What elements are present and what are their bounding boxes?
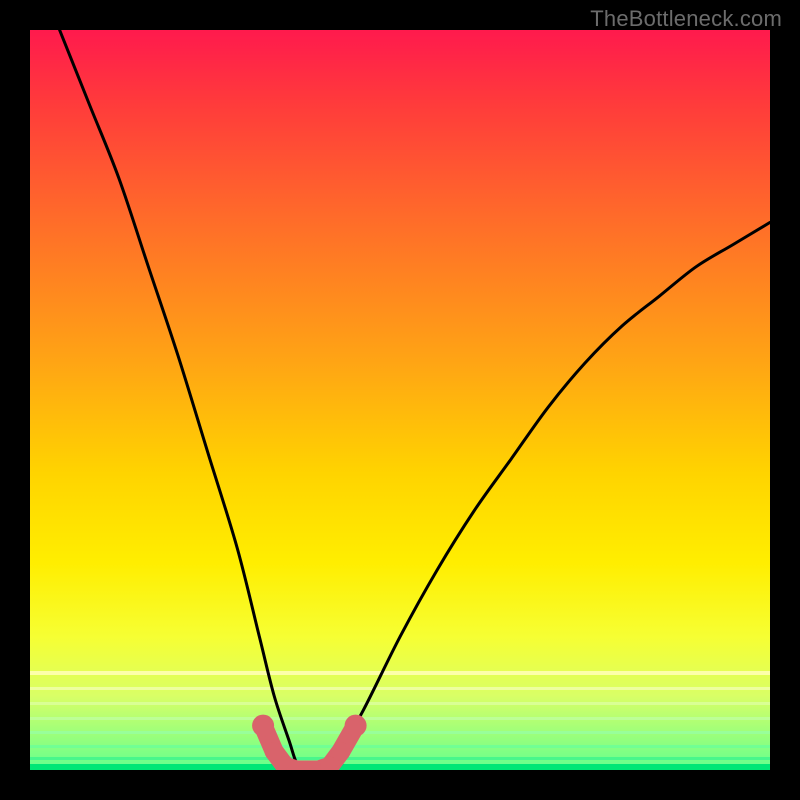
bottleneck-curve-svg: [30, 30, 770, 770]
watermark-text: TheBottleneck.com: [590, 6, 782, 32]
marker-dot: [309, 761, 328, 771]
gradient-bottom-bands: [30, 660, 770, 770]
marker-dot: [331, 742, 350, 761]
bottom-marker-group: [252, 715, 367, 770]
marker-dot: [287, 761, 306, 771]
band: [30, 717, 770, 720]
bottleneck-curve: [60, 30, 770, 770]
band: [30, 764, 770, 770]
band: [30, 687, 770, 690]
marker-dot: [276, 757, 295, 770]
marker-dot: [298, 761, 317, 771]
band: [30, 745, 770, 748]
chart-frame: TheBottleneck.com: [0, 0, 800, 800]
band: [30, 702, 770, 705]
marker-dot: [320, 757, 339, 770]
band: [30, 671, 770, 675]
marker-connector: [263, 726, 356, 770]
marker-dot: [252, 715, 274, 737]
plot-area: [30, 30, 770, 770]
marker-dot: [345, 715, 367, 737]
band: [30, 757, 770, 760]
marker-dot: [265, 742, 284, 761]
band: [30, 731, 770, 734]
